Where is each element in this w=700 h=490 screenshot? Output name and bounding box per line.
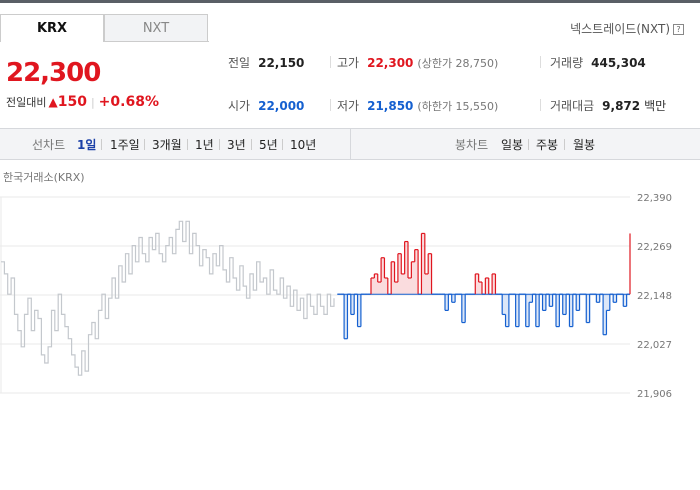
period-separator: [187, 139, 188, 150]
candle-daily[interactable]: 일봉: [501, 136, 523, 153]
help-icon[interactable]: ?: [673, 24, 684, 35]
bar-divider: [350, 129, 351, 159]
period-1d[interactable]: 1일: [77, 136, 96, 153]
y-tick-label: 22,390: [637, 193, 672, 204]
period-bar: 선차트 1일 1주일 3개월 1년 3년 5년 10년 봉차트 일봉 주봉 월봉: [0, 128, 700, 160]
area-fill: [401, 273, 405, 295]
period-1w[interactable]: 1주일: [110, 136, 140, 153]
candle-chart-label: 봉차트: [455, 138, 489, 152]
area-fill: [394, 282, 398, 295]
period-10y[interactable]: 10년: [290, 136, 316, 153]
change-label: 전일대비: [6, 96, 47, 109]
current-price: 22,300: [6, 58, 101, 88]
prev-session-line: [1, 220, 335, 376]
line-chart-label: 선차트: [32, 138, 66, 152]
period-3m[interactable]: 3개월: [152, 136, 182, 153]
candle-monthly[interactable]: 월봉: [573, 136, 595, 153]
y-tick-label: 22,148: [637, 291, 672, 302]
stat-value: 22,150: [258, 56, 305, 70]
stat-label: 전일: [228, 56, 251, 70]
tab-divider: [104, 41, 209, 42]
chart-title: 한국거래소(KRX): [3, 171, 85, 184]
stat-label: 거래량: [550, 56, 584, 70]
top-border: [0, 0, 700, 3]
stat-label: 고가: [337, 56, 360, 70]
stat-label: 시가: [228, 99, 251, 113]
y-tick-label: 21,906: [637, 389, 672, 400]
stat-label: 거래대금: [550, 99, 595, 113]
area-fill: [408, 277, 412, 295]
tab-nxt[interactable]: NXT: [104, 14, 208, 42]
price-change: 전일대비 ▲150 | +0.68%: [6, 94, 159, 110]
stat-divider: [540, 99, 541, 111]
stat-open: 시가 22,000: [228, 97, 304, 114]
nxt-link-label: 넥스트레이드(NXT): [570, 22, 670, 36]
change-separator: |: [90, 96, 95, 109]
stat-value: 9,872: [602, 99, 641, 113]
period-separator: [101, 139, 102, 150]
period-separator: [282, 139, 283, 150]
nxt-info-link[interactable]: 넥스트레이드(NXT)?: [570, 20, 684, 37]
stat-value: 22,000: [258, 99, 305, 113]
stat-unit: 백만: [644, 99, 667, 113]
area-fill: [377, 282, 382, 295]
period-5y[interactable]: 5년: [259, 136, 278, 153]
stat-divider: [330, 99, 331, 111]
period-separator: [219, 139, 220, 150]
candle-weekly[interactable]: 주봉: [536, 136, 558, 153]
stat-label: 저가: [337, 99, 360, 113]
stat-value: 445,304: [591, 56, 646, 70]
change-percent: +0.68%: [98, 94, 159, 110]
period-separator: [144, 139, 145, 150]
period-separator: [528, 139, 529, 150]
up-arrow-icon: ▲: [48, 95, 58, 109]
intraday-chart[interactable]: 22,390 22,269 22,148 22,027 21,906: [0, 185, 700, 400]
area-fill: [424, 273, 429, 295]
period-1y[interactable]: 1년: [195, 136, 214, 153]
stat-divider: [330, 56, 331, 68]
period-separator: [251, 139, 252, 150]
y-tick-label: 22,269: [637, 242, 672, 253]
lower-limit: (하한가 15,550): [417, 100, 499, 113]
period-separator: [564, 139, 565, 150]
stat-value: 21,850: [367, 99, 414, 113]
stat-low: 저가 21,850 (하한가 15,550): [337, 97, 498, 114]
stat-divider: [540, 56, 541, 68]
stat-prev-close: 전일 22,150: [228, 54, 304, 71]
y-tick-label: 22,027: [637, 340, 672, 351]
stat-amount: 거래대금 9,872 백만: [550, 97, 666, 114]
stat-volume: 거래량 445,304: [550, 54, 646, 71]
stat-high: 고가 22,300 (상한가 28,750): [337, 54, 498, 71]
change-value: 150: [57, 94, 87, 110]
tab-krx[interactable]: KRX: [0, 14, 104, 42]
period-3y[interactable]: 3년: [227, 136, 246, 153]
upper-limit: (상한가 28,750): [417, 57, 499, 70]
stat-value: 22,300: [367, 56, 414, 70]
